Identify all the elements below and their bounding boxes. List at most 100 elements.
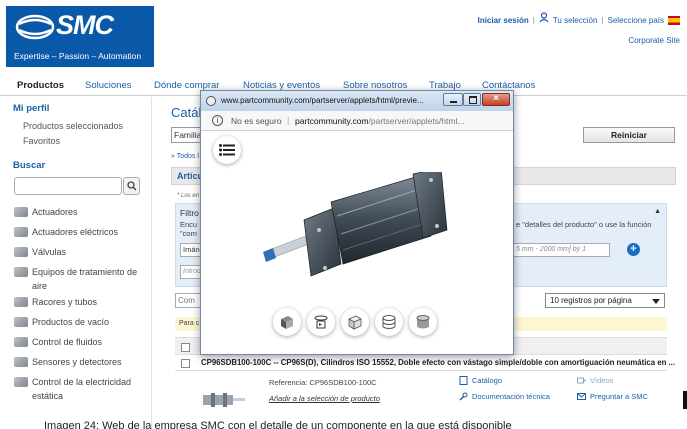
rotate-view-button[interactable] xyxy=(307,308,335,336)
category-label: Equipos de tratamiento de aire xyxy=(32,267,138,291)
mail-icon xyxy=(577,393,586,400)
category-label: Racores y tubos xyxy=(32,297,98,307)
nav-item-productos[interactable]: Productos xyxy=(17,80,64,91)
cylinder-solid-button[interactable] xyxy=(409,308,437,336)
vacuum-icon xyxy=(14,317,28,327)
records-per-page-select[interactable]: 10 registros por página xyxy=(545,293,665,308)
fluid-control-icon xyxy=(14,337,28,347)
reference-label: Referencia: CP96SDB100-100C xyxy=(269,378,377,387)
filter-description: Encu xyxy=(180,220,198,229)
category-label: Control de fluidos xyxy=(32,337,103,347)
cylinder-outline-icon xyxy=(382,315,396,329)
add-to-selection-link[interactable]: Añadir a la selección de producto xyxy=(269,394,380,403)
maximize-button[interactable] xyxy=(463,93,481,106)
records-per-page-value: 10 registros por página xyxy=(550,296,632,305)
category-control-fluidos[interactable]: Control de fluidos xyxy=(14,335,146,349)
address-bar[interactable]: i No es seguro | partcommunity.com/parts… xyxy=(201,111,513,131)
row-checkbox[interactable] xyxy=(181,359,190,368)
category-label: Sensores y detectores xyxy=(32,357,122,367)
menu-button[interactable] xyxy=(213,136,241,164)
category-label: Control de la electricidad estática xyxy=(32,377,132,401)
filter-description-2: "com xyxy=(180,229,197,238)
product-thumbnail[interactable] xyxy=(201,390,247,410)
category-tratamiento-aire[interactable]: Equipos de tratamiento de aire xyxy=(14,265,146,293)
videos-link[interactable]: Vídeos xyxy=(577,376,613,385)
tech-doc-link[interactable]: Documentación técnica xyxy=(459,392,550,401)
select-country-link[interactable]: Seleccione país xyxy=(608,16,664,25)
view-texture-button[interactable] xyxy=(273,308,301,336)
valve-icon xyxy=(14,247,28,257)
category-electricidad-estatica[interactable]: Control de la electricidad estática xyxy=(14,375,146,403)
rotate-icon xyxy=(314,315,328,329)
view-toolbar xyxy=(273,308,443,340)
spain-flag-icon[interactable] xyxy=(668,16,680,25)
info-icon[interactable]: i xyxy=(212,115,223,126)
scrollbar-edge xyxy=(683,391,687,409)
category-sensores[interactable]: Sensores y detectores xyxy=(14,355,146,369)
air-treatment-icon xyxy=(14,267,28,277)
close-button[interactable]: × xyxy=(482,93,510,106)
minimize-button[interactable] xyxy=(443,93,463,106)
textured-cube-icon xyxy=(281,316,293,329)
top-links-separator: | xyxy=(532,16,535,25)
catalog-link[interactable]: Catálogo xyxy=(459,376,502,385)
select-all-checkbox[interactable] xyxy=(181,343,190,352)
chevron-down-icon xyxy=(652,299,660,304)
product-title[interactable]: CP96SDB100-100C -- CP96S(D), Cilindros I… xyxy=(201,358,675,367)
category-actuadores-electricos[interactable]: Actuadores eléctricos xyxy=(14,225,146,239)
caption-text: Imagen 24: Web de la empresa SMC con el … xyxy=(44,420,512,429)
wireframe-cube-button[interactable] xyxy=(341,308,369,336)
url-host: partcommunity.com xyxy=(295,116,369,126)
popup-title: www.partcommunity.com/partserver/applets… xyxy=(221,96,424,105)
videos-link-label: Vídeos xyxy=(590,376,614,385)
search-button[interactable] xyxy=(123,177,140,195)
ask-smc-link-label: Preguntar a SMC xyxy=(590,392,648,401)
nav-item-soluciones[interactable]: Soluciones xyxy=(85,80,131,91)
popup-titlebar[interactable]: www.partcommunity.com/partserver/applets… xyxy=(201,91,513,111)
cylinder-outline-button[interactable] xyxy=(375,308,403,336)
document-icon xyxy=(459,376,468,385)
family-select[interactable]: Familia xyxy=(171,127,203,143)
profile-title[interactable]: Mi perfil xyxy=(13,103,49,114)
category-actuadores[interactable]: Actuadores xyxy=(14,205,146,219)
logo-text: SMC xyxy=(56,10,114,40)
category-vacio[interactable]: Productos de vacío xyxy=(14,315,146,329)
add-filter-button[interactable]: + xyxy=(627,243,640,256)
list-menu-icon xyxy=(219,144,235,156)
viewer-3d[interactable] xyxy=(201,132,513,354)
smc-logo[interactable]: SMC Expertise – Passion – Automation xyxy=(6,6,154,67)
user-selection-icon[interactable] xyxy=(539,12,550,23)
category-label: Productos de vacío xyxy=(32,317,110,327)
address-url[interactable]: partcommunity.com/partserver/applets/htm… xyxy=(295,116,464,126)
sidebar-link-selected-products[interactable]: Productos seleccionados xyxy=(23,121,123,131)
address-separator: | xyxy=(287,115,290,125)
reset-button[interactable]: Reiniciar xyxy=(583,127,675,143)
preview-popup-window[interactable]: www.partcommunity.com/partserver/applets… xyxy=(200,90,514,355)
search-input[interactable] xyxy=(14,177,122,195)
collapse-arrow-icon[interactable]: ▲ xyxy=(654,208,661,215)
electric-actuator-icon xyxy=(14,227,28,237)
fittings-icon xyxy=(14,297,28,307)
sensor-icon xyxy=(14,357,28,367)
close-icon: × xyxy=(493,93,499,104)
ask-smc-link[interactable]: Preguntar a SMC xyxy=(577,392,648,401)
category-racores-tubos[interactable]: Racores y tubos xyxy=(14,295,146,309)
category-label: Actuadores eléctricos xyxy=(32,227,119,237)
all-link[interactable]: » Todos l xyxy=(171,153,199,160)
corporate-site-link[interactable]: Corporate Site xyxy=(628,36,680,45)
filter-help-text: e "detalles del producto" o use la funci… xyxy=(516,220,652,229)
category-label: Válvulas xyxy=(32,247,67,257)
figure-caption: Imagen 24: Web de la empresa SMC con el … xyxy=(0,418,687,429)
search-title: Buscar xyxy=(13,160,46,171)
range-input[interactable]: 5 mm - 2000 mm] by 1 xyxy=(512,243,610,257)
logo-tagline: Expertise – Passion – Automation xyxy=(14,51,142,61)
your-selection-link[interactable]: Tu selección xyxy=(553,16,598,25)
not-secure-label: No es seguro xyxy=(231,116,282,126)
category-valvulas[interactable]: Válvulas xyxy=(14,245,146,259)
pneumatic-cylinder-3d-model[interactable] xyxy=(259,172,449,292)
table-row[interactable]: CP96SDB100-100C -- CP96S(D), Cilindros I… xyxy=(175,355,675,371)
compare-field[interactable]: Com xyxy=(175,293,203,308)
sidebar-link-favorites[interactable]: Favoritos xyxy=(23,136,60,146)
search-icon xyxy=(126,181,136,191)
login-link[interactable]: Iniciar sesión xyxy=(478,16,529,25)
